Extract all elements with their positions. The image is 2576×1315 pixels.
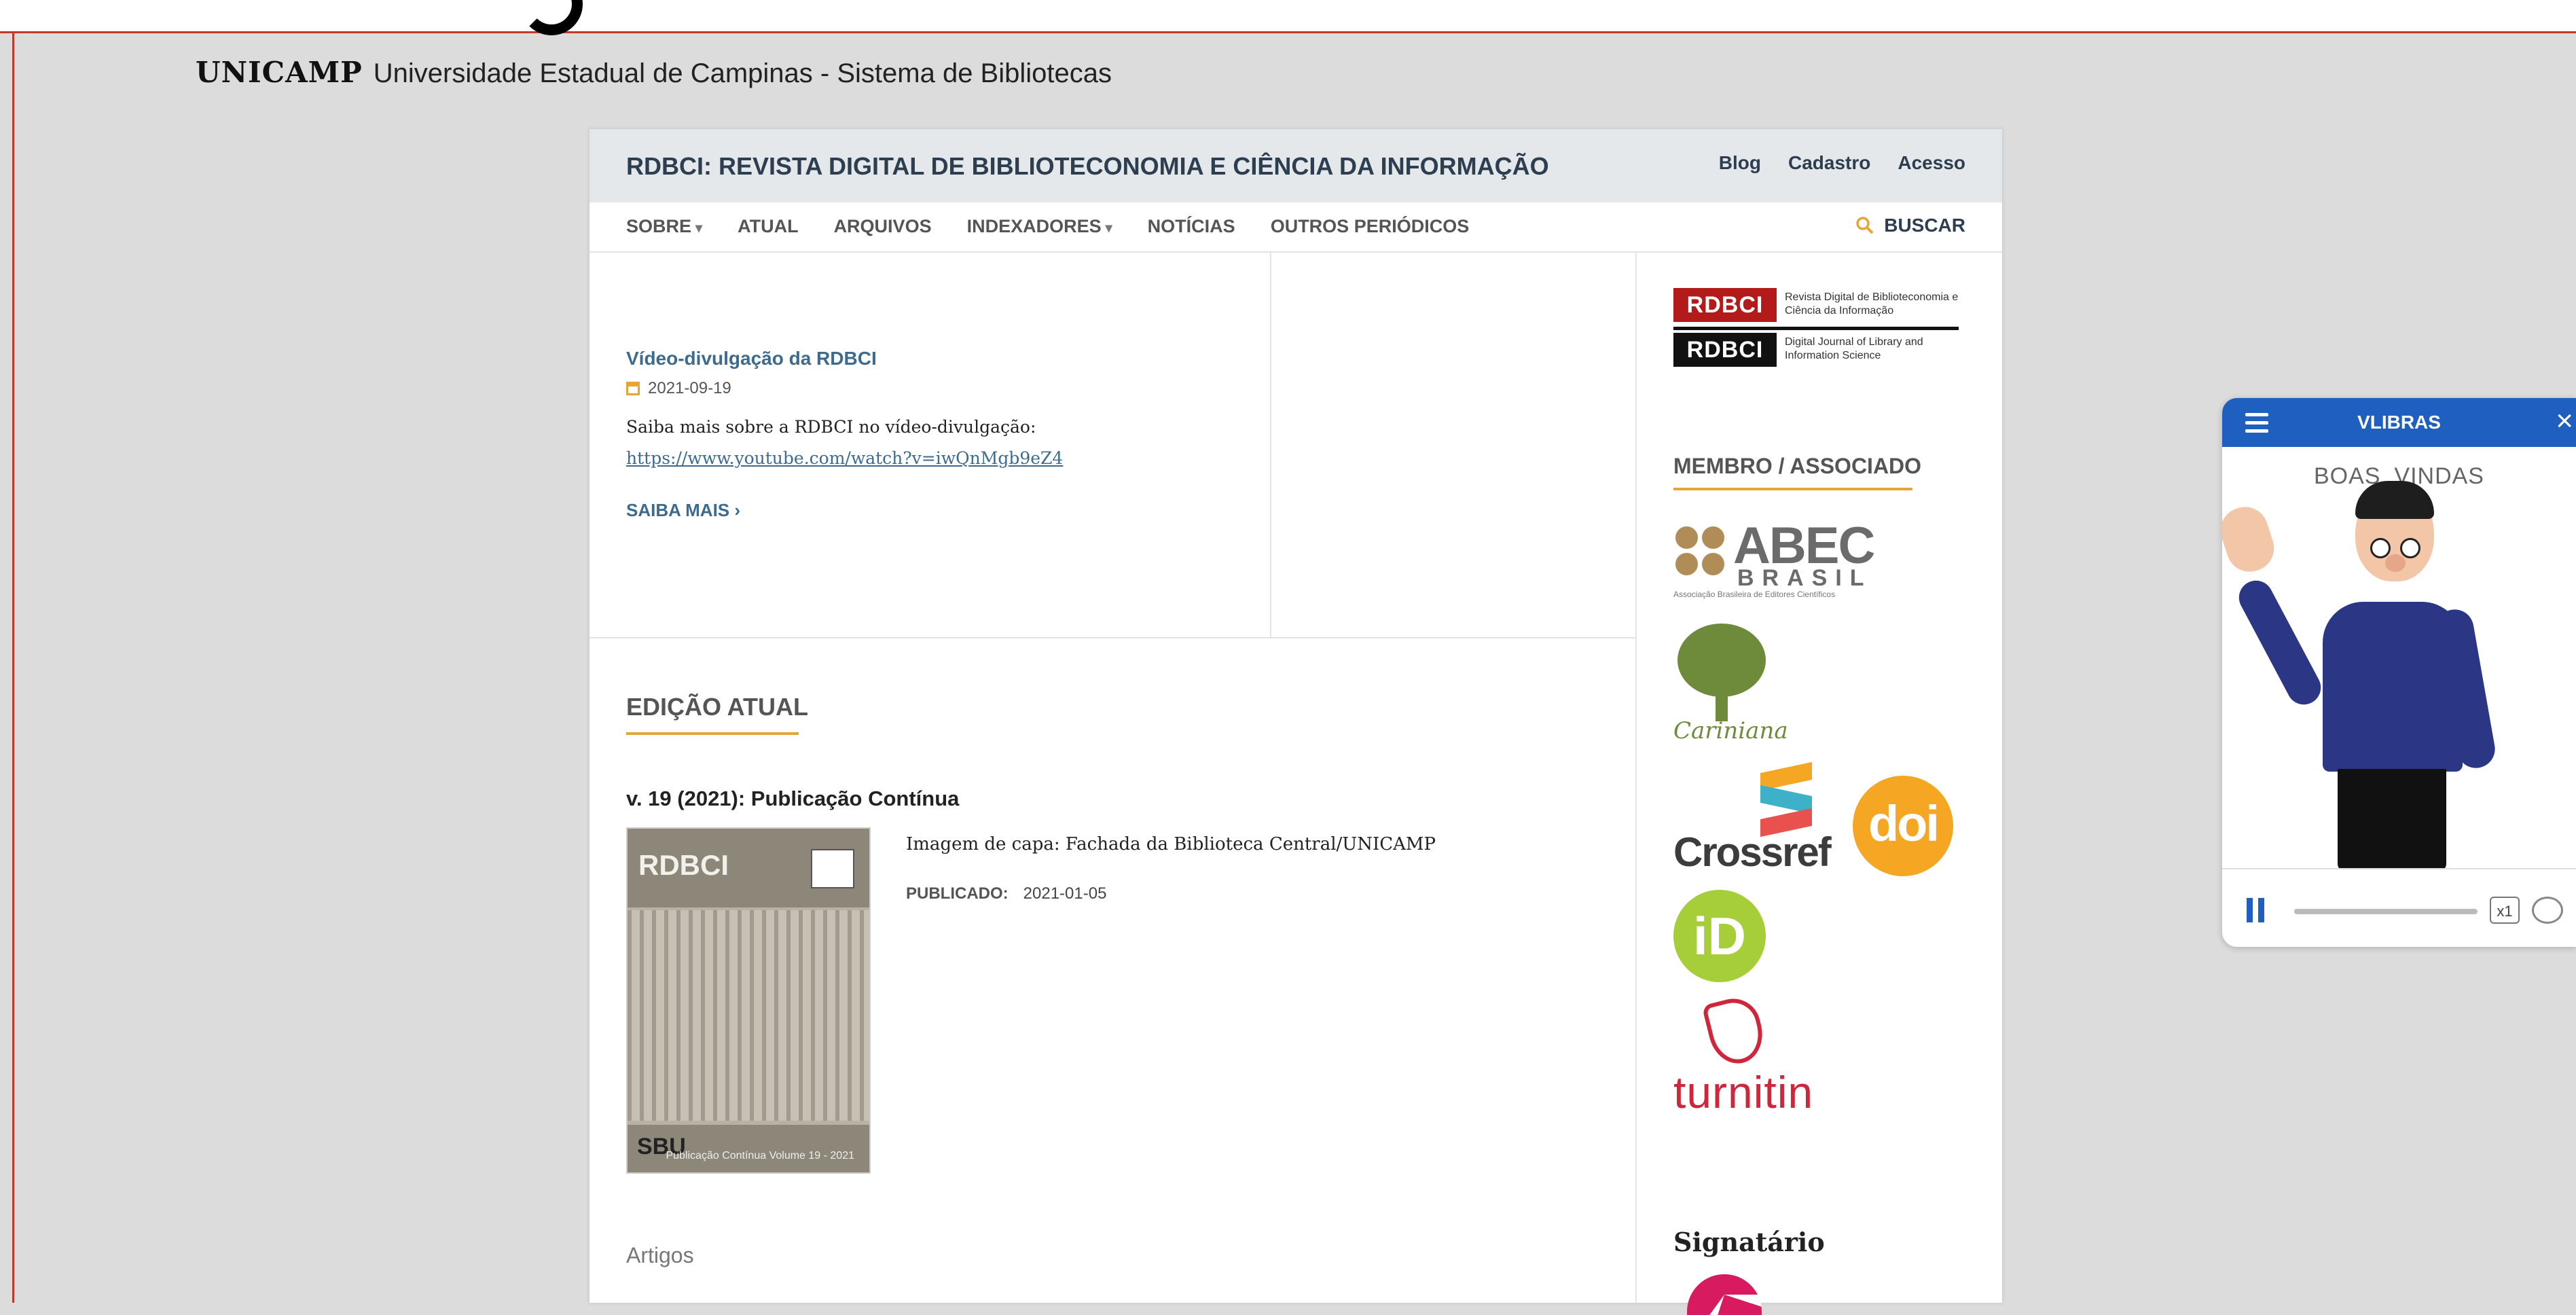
published-date: 2021-01-05 bbox=[1023, 884, 1107, 903]
main-content: Vídeo-divulgação da RDBCI 2021-09-19 Sai… bbox=[589, 251, 1637, 1303]
abec-logo[interactable]: ABEC BRASIL Associação Brasileira de Edi… bbox=[1673, 517, 1877, 600]
close-icon[interactable]: × bbox=[2556, 406, 2573, 436]
vlibras-header: VLIBRAS × bbox=[2222, 398, 2576, 447]
avatar-hair bbox=[2355, 481, 2434, 519]
title-fragment bbox=[520, 0, 583, 35]
chevron-down-icon: ▾ bbox=[695, 221, 703, 236]
abec-caption: Associação Brasileira de Editores Cientí… bbox=[1673, 590, 1836, 599]
user-links: Blog Cadastro Acesso bbox=[1719, 152, 1965, 174]
news-title[interactable]: Vídeo-divulgação da RDBCI bbox=[626, 348, 877, 370]
search-label: BUSCAR bbox=[1884, 215, 1965, 236]
blog-link[interactable]: Blog bbox=[1719, 152, 1761, 174]
subtitle-icon[interactable] bbox=[2532, 897, 2563, 924]
avatar-arm bbox=[2232, 574, 2327, 711]
register-link[interactable]: Cadastro bbox=[1788, 152, 1870, 174]
sidebar: RDBCI Revista Digital de Biblioteconomia… bbox=[1637, 251, 2002, 1315]
nav-item-atual[interactable]: ATUAL bbox=[738, 216, 798, 237]
nav-item-outros-periodicos[interactable]: OUTROS PERIÓDICOS bbox=[1271, 216, 1470, 237]
cariniana-text: Cariniana bbox=[1673, 717, 1788, 744]
news-body: Saiba mais sobre a RDBCI no vídeo-divulg… bbox=[626, 417, 1064, 468]
avatar-legs bbox=[2338, 769, 2446, 871]
login-link[interactable]: Acesso bbox=[1898, 152, 1965, 174]
signatory-heading: Signatário bbox=[1673, 1227, 1825, 1257]
youtube-link[interactable]: https://www.youtube.com/watch?v=iwQnMgb9… bbox=[626, 448, 1063, 468]
heading-underline bbox=[1673, 488, 1912, 490]
journal-title[interactable]: RDBCI: REVISTA DIGITAL DE BIBLIOTECONOMI… bbox=[626, 152, 1549, 181]
current-issue-heading: EDIÇÃO ATUAL bbox=[626, 693, 808, 721]
signatory-logo[interactable] bbox=[1687, 1274, 1762, 1315]
nav-item-noticias[interactable]: NOTÍCIAS bbox=[1148, 216, 1235, 237]
turnitin-mark-icon bbox=[1701, 992, 1769, 1070]
avatar-body bbox=[2323, 602, 2463, 772]
tree-icon bbox=[1677, 624, 1766, 697]
cover-footer-text: Publicação Contínua Volume 19 - 2021 bbox=[666, 1150, 854, 1161]
rdbci-logo-divider bbox=[1673, 327, 1959, 330]
rdbci-logo[interactable]: RDBCI Revista Digital de Biblioteconomia… bbox=[1673, 288, 1959, 370]
articles-section-heading: Artigos bbox=[626, 1243, 694, 1267]
nav-item-indexadores[interactable]: INDEXADORES ▾ bbox=[967, 216, 1112, 237]
avatar-eye bbox=[2370, 538, 2391, 558]
crossref-mark-icon bbox=[1760, 761, 1815, 837]
avatar-nose bbox=[2385, 554, 2406, 572]
news-date: 2021-09-19 bbox=[626, 379, 731, 398]
news-empty-panel bbox=[1271, 251, 1635, 638]
cover-caption: Imagem de capa: Fachada da Biblioteca Ce… bbox=[906, 834, 1436, 854]
abec-country: BRASIL bbox=[1737, 565, 1872, 591]
heading-underline bbox=[626, 732, 799, 735]
news-block: Vídeo-divulgação da RDBCI 2021-09-19 Sai… bbox=[589, 251, 1271, 638]
search-icon bbox=[1856, 217, 1874, 234]
journal-header: RDBCI: REVISTA DIGITAL DE BIBLIOTECONOMI… bbox=[589, 129, 2002, 202]
vlibras-avatar bbox=[2222, 481, 2576, 871]
rdbci-logo-en-text: Digital Journal of Library and Informati… bbox=[1785, 336, 1923, 361]
cover-building bbox=[628, 910, 869, 1121]
unicamp-subtitle[interactable]: Universidade Estadual de Campinas - Sist… bbox=[374, 58, 1112, 89]
speed-button[interactable]: x1 bbox=[2490, 897, 2520, 924]
search-button[interactable]: BUSCAR bbox=[1855, 215, 1965, 236]
published-info: PUBLICADO: 2021-01-05 bbox=[906, 884, 1106, 903]
unicamp-logo[interactable]: UNICAMP bbox=[196, 56, 363, 89]
issue-title[interactable]: v. 19 (2021): Publicação Contínua bbox=[626, 787, 959, 811]
calendar-icon bbox=[626, 382, 640, 395]
chevron-down-icon: ▾ bbox=[1105, 221, 1112, 236]
published-label: PUBLICADO: bbox=[906, 884, 1009, 903]
orcid-logo[interactable]: iD bbox=[1673, 890, 1766, 982]
turnitin-text: turnitin bbox=[1673, 1067, 1814, 1117]
rdbci-logo-pt: RDBCI bbox=[1673, 288, 1777, 322]
cover-rdbci-mark bbox=[811, 849, 854, 888]
crossref-logo[interactable]: Crossref bbox=[1673, 761, 1836, 875]
pause-icon[interactable] bbox=[2247, 898, 2264, 922]
chevron-right-icon: › bbox=[734, 500, 741, 520]
journal-page: RDBCI: REVISTA DIGITAL DE BIBLIOTECONOMI… bbox=[589, 129, 2002, 1315]
top-strip bbox=[0, 0, 2576, 35]
main-nav: SOBRE ▾ ATUAL ARQUIVOS INDEXADORES ▾ NOTÍC… bbox=[589, 202, 2002, 253]
nav-item-sobre[interactable]: SOBRE ▾ bbox=[626, 216, 702, 237]
read-more-link[interactable]: SAIBA MAIS › bbox=[626, 500, 740, 521]
progress-slider[interactable] bbox=[2294, 909, 2478, 914]
cariniana-logo[interactable]: Cariniana bbox=[1673, 624, 1789, 746]
avatar-hand bbox=[2222, 501, 2281, 578]
abec-mark-icon bbox=[1673, 524, 1726, 577]
vlibras-controls: x1 bbox=[2222, 868, 2576, 947]
turnitin-logo[interactable]: turnitin bbox=[1673, 992, 1877, 1128]
member-heading: MEMBRO / ASSOCIADO bbox=[1673, 454, 1922, 478]
avatar-eye bbox=[2400, 538, 2420, 558]
doi-logo[interactable]: doi bbox=[1853, 776, 1953, 876]
vlibras-widget: VLIBRAS × BOAS_VINDAS x1 bbox=[2222, 398, 2576, 947]
rdbci-logo-en: RDBCI bbox=[1673, 333, 1777, 367]
rdbci-logo-pt-text: Revista Digital de Biblioteconomia e Ciê… bbox=[1785, 291, 1959, 317]
unicamp-bar: UNICAMP Universidade Estadual de Campina… bbox=[196, 56, 1112, 89]
crossref-text: Crossref bbox=[1673, 829, 1832, 875]
vlibras-title: VLIBRAS bbox=[2357, 412, 2441, 433]
cover-image[interactable]: RDBCI SBU Publicação Contínua Volume 19 … bbox=[626, 827, 871, 1174]
nav-item-arquivos[interactable]: ARQUIVOS bbox=[834, 216, 932, 237]
cover-title: RDBCI bbox=[638, 849, 729, 881]
